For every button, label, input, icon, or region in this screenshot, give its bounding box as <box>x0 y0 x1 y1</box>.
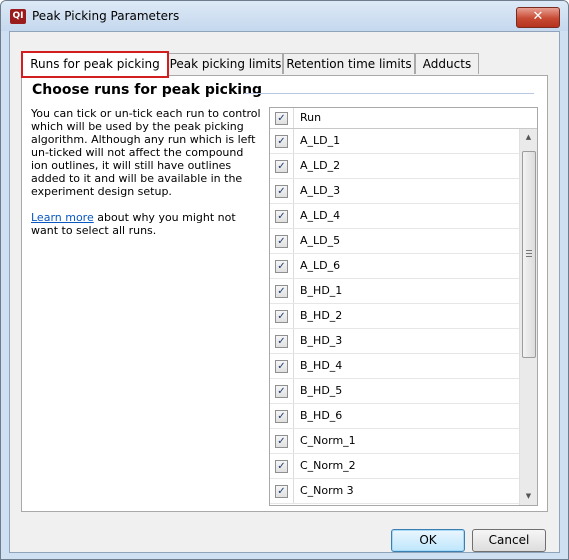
run-name: B_HD_4 <box>300 359 343 372</box>
row-checkbox-cell: ✓ <box>270 154 294 178</box>
table-row[interactable]: ✓ A_LD_4 <box>270 204 519 229</box>
run-name: C_Norm_1 <box>300 434 356 447</box>
close-button[interactable]: ✕ <box>516 7 560 28</box>
table-row[interactable]: ✓ B_HD_1 <box>270 279 519 304</box>
tab-panel: Choose runs for peak picking You can tic… <box>21 75 548 512</box>
run-name: C_Norm 3 <box>300 484 354 497</box>
table-row[interactable]: ✓ A_LD_5 <box>270 229 519 254</box>
run-checkbox[interactable]: ✓ <box>275 260 288 273</box>
run-checkbox[interactable]: ✓ <box>275 385 288 398</box>
select-all-checkbox[interactable]: ✓ <box>275 112 288 125</box>
run-name: B_HD_2 <box>300 309 343 322</box>
run-name: B_HD_1 <box>300 284 343 297</box>
row-checkbox-cell: ✓ <box>270 329 294 353</box>
run-name: A_LD_6 <box>300 259 341 272</box>
dialog-window: QI Peak Picking Parameters ✕ Runs for pe… <box>0 0 569 560</box>
run-checkbox[interactable]: ✓ <box>275 485 288 498</box>
description: You can tick or un-tick each run to cont… <box>31 107 263 250</box>
runs-grid: ✓ Run ✓ A_LD_1 ✓ A_LD_2 ✓ A_LD_3 ✓ A_LD_4 ✓ A_LD_… <box>269 107 538 506</box>
run-name: B_HD_3 <box>300 334 343 347</box>
row-checkbox-cell: ✓ <box>270 454 294 478</box>
scroll-thumb[interactable] <box>522 151 536 358</box>
row-checkbox-cell: ✓ <box>270 404 294 428</box>
run-checkbox[interactable]: ✓ <box>275 460 288 473</box>
table-row[interactable]: ✓ A_LD_1 <box>270 129 519 154</box>
learn-more-link[interactable]: Learn more <box>31 211 94 224</box>
row-checkbox-cell: ✓ <box>270 279 294 303</box>
scroll-up-arrow-icon[interactable]: ▲ <box>520 129 537 146</box>
tab-retention-time-limits[interactable]: Retention time limits <box>283 53 415 74</box>
run-name: A_LD_5 <box>300 234 341 247</box>
run-checkbox[interactable]: ✓ <box>275 160 288 173</box>
table-row[interactable]: ✓ B_HD_4 <box>270 354 519 379</box>
run-name: B_HD_5 <box>300 384 343 397</box>
run-checkbox[interactable]: ✓ <box>275 135 288 148</box>
run-name: A_LD_3 <box>300 184 341 197</box>
run-checkbox[interactable]: ✓ <box>275 285 288 298</box>
dialog-body: Runs for peak picking Peak picking limit… <box>9 31 560 553</box>
vertical-scrollbar[interactable]: ▲ ▼ <box>519 129 537 505</box>
section-heading: Choose runs for peak picking <box>32 82 263 98</box>
cancel-button[interactable]: Cancel <box>472 529 546 552</box>
tab-peak-picking-limits[interactable]: Peak picking limits <box>168 53 283 74</box>
scroll-down-arrow-icon[interactable]: ▼ <box>520 488 537 505</box>
learn-more-paragraph: Learn more about why you might not want … <box>31 211 263 237</box>
header-checkbox-cell: ✓ <box>270 108 294 128</box>
table-row[interactable]: ✓ B_HD_2 <box>270 304 519 329</box>
run-checkbox[interactable]: ✓ <box>275 410 288 423</box>
run-name: A_LD_2 <box>300 159 341 172</box>
run-checkbox[interactable]: ✓ <box>275 185 288 198</box>
row-checkbox-cell: ✓ <box>270 129 294 153</box>
run-name: A_LD_4 <box>300 209 341 222</box>
tab-runs-for-peak-picking[interactable]: Runs for peak picking <box>21 51 169 78</box>
row-checkbox-cell: ✓ <box>270 229 294 253</box>
table-row[interactable]: ✓ A_LD_6 <box>270 254 519 279</box>
grid-header: ✓ Run <box>270 108 537 129</box>
heading-divider <box>244 93 534 94</box>
column-header-run[interactable]: Run <box>300 108 321 128</box>
row-checkbox-cell: ✓ <box>270 254 294 278</box>
table-row[interactable]: ✓ B_HD_6 <box>270 404 519 429</box>
table-row[interactable]: ✓ B_HD_5 <box>270 379 519 404</box>
row-checkbox-cell: ✓ <box>270 354 294 378</box>
run-checkbox[interactable]: ✓ <box>275 235 288 248</box>
run-checkbox[interactable]: ✓ <box>275 435 288 448</box>
scroll-grip-icon <box>526 250 532 257</box>
run-checkbox[interactable]: ✓ <box>275 360 288 373</box>
table-row[interactable]: ✓ C_Norm 3 <box>270 479 519 504</box>
table-row[interactable]: ✓ A_LD_2 <box>270 154 519 179</box>
ok-button[interactable]: OK <box>391 529 465 552</box>
window-title: Peak Picking Parameters <box>32 9 180 23</box>
run-name: C_Norm_2 <box>300 459 356 472</box>
table-row[interactable]: ✓ C_Norm_1 <box>270 429 519 454</box>
table-row[interactable]: ✓ B_HD_3 <box>270 329 519 354</box>
table-row[interactable]: ✓ C_Norm_2 <box>270 454 519 479</box>
run-checkbox[interactable]: ✓ <box>275 310 288 323</box>
row-checkbox-cell: ✓ <box>270 304 294 328</box>
row-checkbox-cell: ✓ <box>270 204 294 228</box>
run-name: A_LD_1 <box>300 134 341 147</box>
row-checkbox-cell: ✓ <box>270 379 294 403</box>
run-name: B_HD_6 <box>300 409 343 422</box>
app-logo-icon: QI <box>10 9 26 24</box>
run-checkbox[interactable]: ✓ <box>275 210 288 223</box>
table-row[interactable]: ✓ A_LD_3 <box>270 179 519 204</box>
run-checkbox[interactable]: ✓ <box>275 335 288 348</box>
row-checkbox-cell: ✓ <box>270 179 294 203</box>
description-text: You can tick or un-tick each run to cont… <box>31 107 261 198</box>
row-checkbox-cell: ✓ <box>270 429 294 453</box>
title-bar[interactable]: QI Peak Picking Parameters ✕ <box>1 1 568 31</box>
tab-adducts[interactable]: Adducts <box>415 53 479 74</box>
row-checkbox-cell: ✓ <box>270 479 294 503</box>
